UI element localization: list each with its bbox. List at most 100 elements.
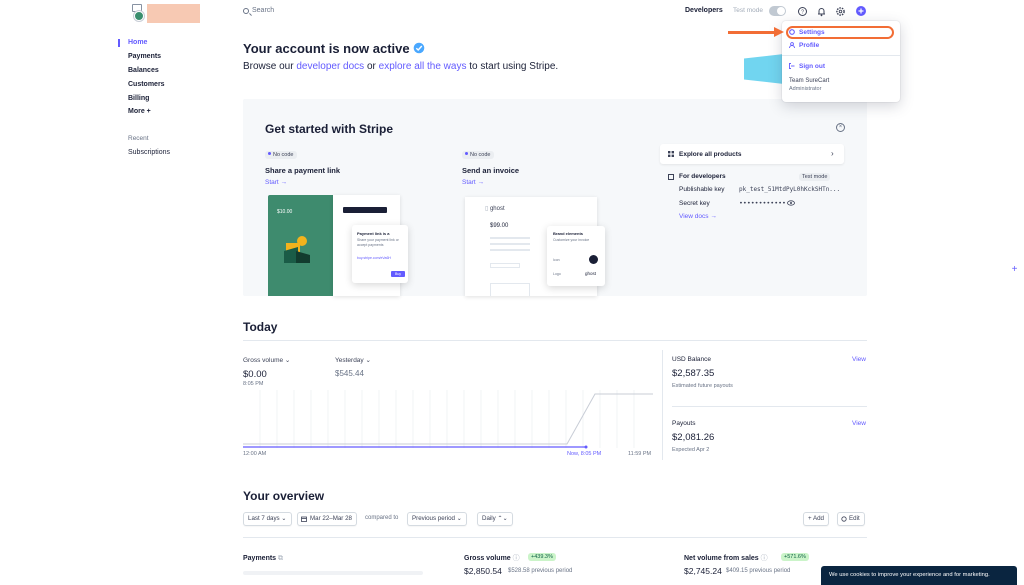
page-title-text: Your account is now active <box>243 41 410 56</box>
sign-out-menu-item[interactable]: Sign out <box>789 63 825 70</box>
no-code-badge-1-text: No code <box>273 152 294 158</box>
yesterday-line <box>243 393 653 445</box>
sidebar-item-customers[interactable]: Customers <box>128 81 165 88</box>
payment-link-popup: Payment link is a Share your payment lin… <box>352 225 408 283</box>
secret-key-label: Secret key <box>679 200 710 207</box>
yesterday-value: $545.44 <box>335 369 364 378</box>
gear-icon[interactable] <box>835 6 846 17</box>
add-button[interactable]: + Add <box>803 512 829 526</box>
test-mode-label: Test mode <box>733 7 763 14</box>
sidebar-item-balances[interactable]: Balances <box>128 67 159 74</box>
close-icon[interactable]: × <box>836 123 845 132</box>
gross-volume-previous: $528.58 previous period <box>508 568 573 574</box>
help-icon[interactable]: ? <box>797 6 808 17</box>
sidebar-item-more[interactable]: More + <box>128 108 151 115</box>
net-volume-metric-label: Net volume from sales ⓘ <box>684 553 768 563</box>
previous-period-select[interactable]: Previous period ⌄ <box>407 512 467 526</box>
plus-icon <box>858 8 864 14</box>
test-mode-toggle[interactable] <box>769 6 786 16</box>
yesterday-dropdown[interactable]: Yesterday ⌄ <box>335 356 371 364</box>
explore-ways-link[interactable]: explore all the ways <box>379 61 467 72</box>
no-code-badge-2: No code <box>462 151 494 159</box>
today-vertical-divider <box>662 350 663 460</box>
invoice-start-link[interactable]: Start → <box>462 179 484 186</box>
publishable-key-value[interactable]: pk_test_51MtdPyL0hKckSHTn... <box>739 186 840 193</box>
sidebar-item-billing[interactable]: Billing <box>128 95 149 102</box>
payment-link-start-link[interactable]: Start → <box>265 179 287 186</box>
developer-icon <box>668 174 674 180</box>
gross-volume-dropdown[interactable]: Gross volume ⌄ <box>243 356 290 364</box>
gross-volume-total: $2,850.54 <box>464 566 502 576</box>
x-axis-start: 12:00 AM <box>243 451 267 457</box>
no-code-badge-1: No code <box>265 151 297 159</box>
hero-decoration <box>744 54 784 84</box>
brand-logo-label: Logo <box>553 272 561 276</box>
sign-out-icon <box>789 63 795 69</box>
date-range-button[interactable]: Mar 22–Mar 28 <box>297 512 357 526</box>
preview-product-illustration <box>284 236 310 263</box>
verified-check-icon <box>413 42 425 54</box>
invoice-amount: $99.00 <box>490 223 509 229</box>
edit-button[interactable]: Edit <box>837 512 865 526</box>
preview-price: $10.00 <box>277 209 293 215</box>
secret-key-value[interactable]: •••••••••••• <box>739 199 786 207</box>
profile-menu-item[interactable]: Profile <box>789 42 819 49</box>
cookie-banner[interactable]: We use cookies to improve your experienc… <box>821 566 1017 585</box>
payouts-label: Payouts <box>672 420 696 427</box>
popup-text-1: Share your payment link or <box>357 238 399 242</box>
brand-logo-value: ghost <box>585 271 597 276</box>
net-volume-total: $2,745.24 <box>684 566 722 576</box>
date-range-text: Mar 22–Mar 28 <box>310 515 352 522</box>
popup-buy-button: Buy <box>391 271 405 277</box>
info-icon: ⓘ <box>760 555 768 562</box>
interval-select[interactable]: Daily ⌃⌄ <box>477 512 513 526</box>
net-volume-delta-badge: +571.6% <box>781 553 809 561</box>
test-mode-badge: Test mode <box>799 173 831 181</box>
eye-icon[interactable] <box>787 200 795 206</box>
annotation-arrow-line <box>728 31 776 34</box>
explore-all-products-label: Explore all products <box>679 151 742 158</box>
payouts-value: $2,081.26 <box>672 432 715 443</box>
hero-sub-mid: or <box>364 61 379 72</box>
now-marker <box>584 445 588 449</box>
sidebar-item-home[interactable]: Home <box>128 39 147 46</box>
side-plus-icon[interactable]: + <box>1009 264 1020 275</box>
gross-volume-metric-text: Gross volume <box>464 555 511 562</box>
account-logo[interactable] <box>130 4 200 23</box>
today-chart <box>243 390 653 449</box>
brand-icon-label: Icon <box>553 258 560 262</box>
search-input[interactable]: Search <box>252 7 274 14</box>
profile-menu-label: Profile <box>799 42 820 49</box>
edit-button-text: Edit <box>849 515 860 522</box>
account-name[interactable]: Team SureCart <box>789 78 829 84</box>
developer-docs-link[interactable]: developer docs <box>296 61 364 72</box>
get-started-title: Get started with Stripe <box>265 122 394 136</box>
payment-link-card-title: Share a payment link <box>265 166 341 175</box>
usd-balance-view-link[interactable]: View <box>852 356 866 363</box>
sidebar-active-indicator <box>118 39 120 47</box>
brand-elements-text: Customize your invoice <box>553 238 590 242</box>
gear-small-icon <box>841 516 847 522</box>
sidebar-item-subscriptions[interactable]: Subscriptions <box>128 149 170 156</box>
developers-link[interactable]: Developers <box>685 7 723 14</box>
today-heading: Today <box>243 320 278 334</box>
hero-subtitle: Browse our developer docs or explore all… <box>243 61 558 72</box>
page-title: Your account is now active <box>243 41 425 56</box>
create-plus-button[interactable] <box>856 6 866 16</box>
payouts-view-link[interactable]: View <box>852 420 866 427</box>
invoice-brand-text: ghost <box>489 206 505 212</box>
publishable-key-label: Publishable key <box>679 186 725 193</box>
gross-volume-delta-badge: +439.3% <box>528 553 556 561</box>
info-icon: ⓘ <box>512 555 520 562</box>
menu-divider <box>782 55 900 56</box>
range-select[interactable]: Last 7 days ⌄ <box>243 512 292 526</box>
gross-volume-value: $0.00 <box>243 369 267 380</box>
chart-gridlines <box>259 390 635 448</box>
bell-icon[interactable] <box>816 6 827 17</box>
popup-title: Payment link is a <box>357 231 390 236</box>
for-developers-heading: For developers <box>679 173 726 180</box>
view-docs-link[interactable]: View docs → <box>679 213 717 220</box>
user-icon <box>789 42 795 48</box>
test-mode-badge-text: Test mode <box>802 174 828 180</box>
sidebar-item-payments[interactable]: Payments <box>128 53 161 60</box>
